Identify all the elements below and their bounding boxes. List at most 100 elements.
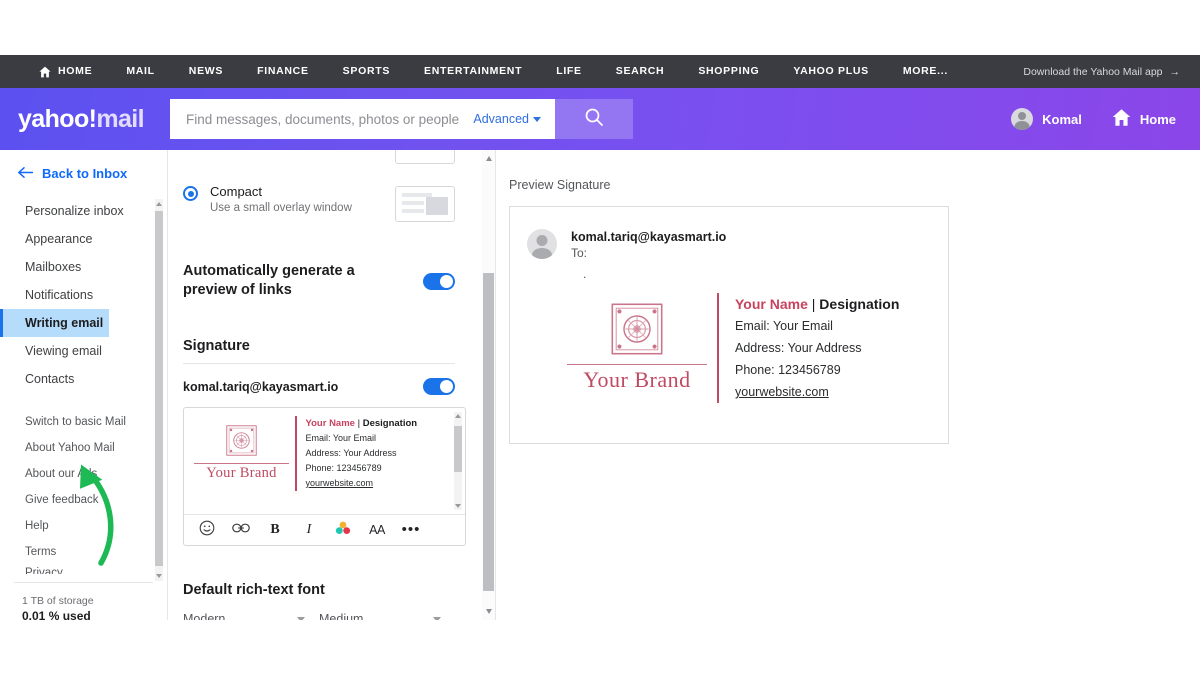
download-app-label: Download the Yahoo Mail app bbox=[1023, 65, 1163, 78]
sidebar-item-help[interactable]: Help bbox=[0, 513, 167, 539]
scroll-up-arrow-icon[interactable] bbox=[485, 156, 492, 161]
scroll-down-arrow-icon[interactable] bbox=[156, 574, 162, 578]
global-nav-items: HOME MAIL NEWS FINANCE SPORTS ENTERTAINM… bbox=[0, 55, 965, 96]
advanced-search-toggle[interactable]: Advanced bbox=[473, 112, 541, 126]
nav-item-mail[interactable]: MAIL bbox=[109, 55, 171, 96]
user-account-button[interactable]: Komal bbox=[1011, 108, 1082, 130]
signature-text-lines: Your Name | Designation Email: Your Emai… bbox=[306, 416, 456, 491]
scroll-up-arrow-icon[interactable] bbox=[156, 202, 162, 206]
font-size-button[interactable]: AA bbox=[360, 515, 394, 545]
preview-website-link[interactable]: yourwebsite.com bbox=[735, 381, 948, 403]
nav-item-sports[interactable]: SPORTS bbox=[326, 55, 407, 88]
sidebar-item-label: Writing email bbox=[25, 316, 104, 330]
preview-name: Your Name bbox=[735, 296, 808, 312]
preview-divider-bar bbox=[717, 293, 719, 403]
sidebar-item-notifications[interactable]: Notifications bbox=[0, 281, 167, 309]
arrow-right-icon: → bbox=[1169, 65, 1181, 78]
signature-editor[interactable]: Your Brand Your Name | Designation Email… bbox=[183, 407, 466, 546]
sidebar-item-mailboxes[interactable]: Mailboxes bbox=[0, 253, 167, 281]
preview-to-label: To: bbox=[571, 246, 588, 260]
nav-item-life[interactable]: LIFE bbox=[539, 55, 599, 88]
sidebar-scrollbar[interactable] bbox=[155, 199, 163, 581]
bold-button[interactable]: B bbox=[258, 515, 292, 545]
preview-email-line: Email: Your Email bbox=[735, 319, 833, 333]
advanced-search-label: Advanced bbox=[473, 112, 529, 126]
signature-editor-canvas[interactable]: Your Brand Your Name | Designation Email… bbox=[184, 408, 465, 514]
logo-word-yahoo: yahoo bbox=[18, 104, 89, 133]
mail-header: yahoo!mail Advanced Komal bbox=[0, 88, 1200, 150]
sidebar-item-label: Notifications bbox=[25, 288, 94, 302]
sidebar-item-writing-email[interactable]: Writing email bbox=[0, 309, 109, 337]
sidebar-item-personalize-inbox[interactable]: Personalize inbox bbox=[0, 197, 167, 225]
emoji-icon bbox=[199, 520, 215, 541]
search-input[interactable] bbox=[184, 110, 474, 128]
sidebar-item-terms[interactable]: Terms bbox=[0, 539, 167, 565]
font-family-select[interactable]: Modern bbox=[183, 612, 319, 620]
text-color-button[interactable] bbox=[326, 515, 360, 545]
home-button[interactable]: Home bbox=[1112, 108, 1176, 130]
nav-item-mail-label: MAIL bbox=[126, 65, 155, 77]
nav-item-home[interactable]: HOME bbox=[22, 55, 109, 88]
nav-item-news[interactable]: NEWS bbox=[172, 55, 240, 88]
nav-item-finance[interactable]: FINANCE bbox=[240, 55, 326, 88]
signature-account-row: komal.tariq@kayasmart.io bbox=[183, 378, 455, 395]
signature-editor-scrollbar[interactable] bbox=[454, 412, 462, 510]
nav-item-more[interactable]: MORE... bbox=[886, 55, 965, 88]
italic-button[interactable]: I bbox=[292, 515, 326, 545]
scroll-up-arrow-icon[interactable] bbox=[455, 414, 461, 418]
search-bar: Advanced bbox=[170, 99, 633, 139]
insert-link-button[interactable] bbox=[224, 515, 258, 545]
compact-option-text: Compact Use a small overlay window bbox=[210, 184, 352, 214]
logo-bang: ! bbox=[88, 104, 97, 133]
download-app-link[interactable]: Download the Yahoo Mail app → bbox=[1023, 66, 1200, 78]
font-size-icon: AA bbox=[369, 523, 385, 537]
sidebar-item-give-feedback[interactable]: Give feedback bbox=[0, 487, 167, 513]
editor-scroll-thumb[interactable] bbox=[454, 426, 462, 472]
compose-layout-thumbnail-fullscreen[interactable] bbox=[395, 150, 455, 164]
full-screen-option-clipped[interactable]: Focus on the message you're writing bbox=[183, 150, 455, 164]
signature-logo: Your Brand bbox=[194, 425, 289, 482]
settings-scroll-thumb[interactable] bbox=[483, 273, 494, 591]
default-font-controls: Modern Medium bbox=[183, 612, 455, 620]
search-button[interactable] bbox=[555, 99, 633, 139]
nav-item-yahoo-plus[interactable]: YAHOO PLUS bbox=[776, 55, 885, 88]
nav-item-shopping[interactable]: SHOPPING bbox=[681, 55, 776, 88]
scroll-down-arrow-icon[interactable] bbox=[455, 504, 461, 508]
more-options-button[interactable]: ••• bbox=[394, 515, 428, 545]
signature-toggle[interactable] bbox=[423, 378, 455, 395]
scroll-down-arrow-icon[interactable] bbox=[485, 609, 492, 614]
back-to-inbox-button[interactable]: Back to Inbox bbox=[0, 150, 167, 195]
sidebar-item-viewing-email[interactable]: Viewing email bbox=[0, 337, 167, 365]
nav-item-news-label: NEWS bbox=[188, 65, 224, 77]
more-options-icon: ••• bbox=[401, 521, 421, 538]
nav-item-search-label: SEARCH bbox=[615, 65, 665, 77]
sidebar-item-about-yahoo-mail[interactable]: About Yahoo Mail bbox=[0, 435, 167, 461]
sidebar-item-label: Give feedback bbox=[25, 494, 99, 506]
compact-radio-button[interactable] bbox=[183, 186, 198, 201]
home-icon bbox=[1112, 108, 1131, 130]
sidebar-item-privacy-clipped[interactable]: Privacy bbox=[0, 565, 167, 574]
link-preview-toggle[interactable] bbox=[423, 272, 455, 290]
sidebar-item-switch-basic-mail[interactable]: Switch to basic Mail bbox=[0, 409, 167, 435]
nav-item-search[interactable]: SEARCH bbox=[599, 55, 682, 88]
signature-website-link[interactable]: yourwebsite.com bbox=[306, 476, 456, 491]
sidebar-scroll-thumb[interactable] bbox=[155, 211, 163, 566]
bold-icon: B bbox=[270, 522, 280, 537]
preview-designation: Designation bbox=[819, 296, 900, 312]
nav-item-entertainment[interactable]: ENTERTAINMENT bbox=[407, 55, 539, 88]
ornate-monogram-emblem-icon bbox=[611, 303, 663, 359]
yahoo-mail-logo[interactable]: yahoo! mail bbox=[18, 104, 148, 133]
sidebar-item-appearance[interactable]: Appearance bbox=[0, 225, 167, 253]
sidebar-item-contacts[interactable]: Contacts bbox=[0, 365, 167, 393]
emoji-button[interactable] bbox=[190, 515, 224, 545]
font-size-select[interactable]: Medium bbox=[319, 612, 455, 620]
sidebar-item-about-our-ads[interactable]: About our Ads bbox=[0, 461, 167, 487]
compact-option-row[interactable]: Compact Use a small overlay window bbox=[183, 184, 455, 222]
top-letterbox bbox=[0, 0, 1200, 55]
sidebar-item-label: Contacts bbox=[25, 372, 75, 386]
compose-layout-thumbnail-compact[interactable] bbox=[395, 186, 455, 222]
signature-name-line: Your Name | Designation bbox=[306, 416, 456, 431]
settings-scrollbar[interactable] bbox=[482, 150, 495, 620]
thumb-line bbox=[402, 209, 424, 213]
